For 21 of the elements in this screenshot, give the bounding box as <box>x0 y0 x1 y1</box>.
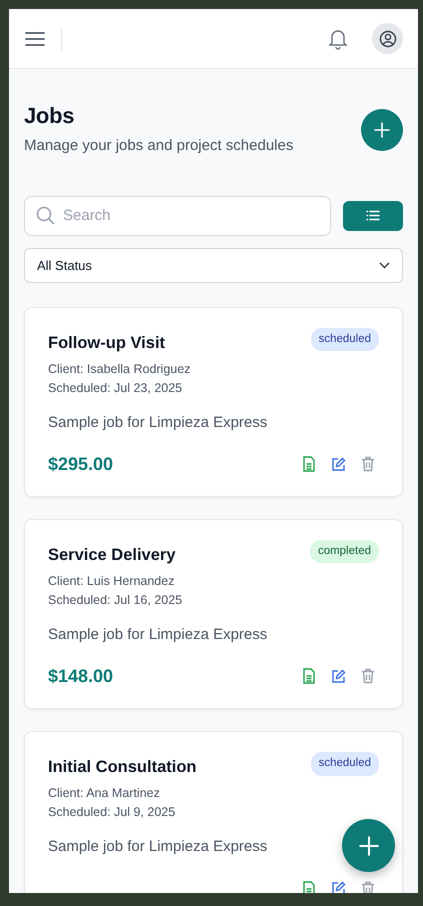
job-title: Initial Consultation <box>48 757 196 778</box>
job-description: Sample job for Limpieza Express <box>48 624 268 645</box>
job-description: Sample job for Limpieza Express <box>48 412 268 433</box>
page-subtitle: Manage your jobs and project schedules <box>24 136 294 156</box>
job-title: Service Delivery <box>48 545 176 566</box>
client-text: Client: Isabella Rodriguez <box>48 360 190 378</box>
search-field[interactable]: Search <box>24 196 331 236</box>
page-title: Jobs <box>24 103 76 130</box>
status-label: scheduled <box>310 328 379 352</box>
job-description: Sample job for Limpieza Express <box>48 837 268 858</box>
status-label: scheduled <box>310 752 379 776</box>
status-label: completed <box>310 540 379 564</box>
job-price: $295.00 <box>48 452 114 476</box>
job-price: $148.00 <box>48 664 114 688</box>
scheduled-date: Scheduled: Jul 9, 2025 <box>48 804 176 822</box>
scheduled-date: Scheduled: Jul 23, 2025 <box>48 380 182 397</box>
status-select[interactable]: All Status <box>24 248 403 283</box>
client-text: Client: Luis Hernandez <box>48 572 174 590</box>
job-title: Follow-up Visit <box>48 332 166 354</box>
scheduled-date: Scheduled: Jul 16, 2025 <box>48 592 182 609</box>
client-text: Client: Ana Martinez <box>48 785 160 802</box>
